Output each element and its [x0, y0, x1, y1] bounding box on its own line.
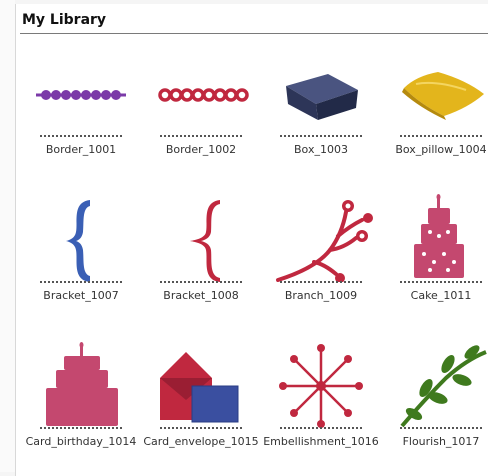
dotted-divider [280, 281, 362, 283]
border-beads-icon [26, 46, 136, 136]
bracket-red-icon [146, 192, 256, 282]
starburst-icon [266, 338, 376, 428]
item-label: Box_1003 [294, 143, 348, 156]
library-item-bracket-1007[interactable]: Bracket_1007 [26, 192, 136, 302]
library-item-card-birthday-1014[interactable]: Card_birthday_1014 [26, 338, 136, 448]
dotted-divider [400, 427, 482, 429]
library-title: My Library [22, 12, 107, 28]
left-gutter [0, 0, 15, 472]
library-item-border-1001[interactable]: Border_1001 [26, 46, 136, 156]
dotted-divider [160, 135, 242, 137]
dotted-divider [160, 281, 242, 283]
bracket-blue-icon [26, 192, 136, 282]
border-rings-icon [146, 46, 256, 136]
dotted-divider [40, 281, 122, 283]
cake-icon [386, 192, 488, 282]
birthday-card-icon [26, 338, 136, 428]
title-divider [20, 33, 488, 34]
library-item-border-1002[interactable]: Border_1002 [146, 46, 256, 156]
dotted-divider [280, 427, 362, 429]
dotted-divider [40, 135, 122, 137]
library-item-box-pillow-1004[interactable]: Box_pillow_1004 [386, 46, 488, 156]
dotted-divider [160, 427, 242, 429]
item-label: Flourish_1017 [402, 435, 480, 448]
item-label: Border_1001 [45, 143, 117, 156]
item-label: Box_pillow_1004 [395, 143, 487, 156]
dotted-divider [400, 135, 482, 137]
item-label: Bracket_1008 [163, 289, 239, 302]
item-label: Card_envelope_1015 [143, 435, 259, 448]
envelope-card-icon [146, 338, 256, 428]
library-item-branch-1009[interactable]: Branch_1009 [266, 192, 376, 302]
pillow-box-icon [386, 46, 488, 136]
flourish-icon [386, 338, 488, 428]
library-panel: My Library Border_1001 Border_1002 Box_1… [15, 4, 488, 476]
dotted-divider [40, 427, 122, 429]
item-label: Border_1002 [165, 143, 237, 156]
item-label: Cake_1011 [410, 289, 472, 302]
dotted-divider [400, 281, 482, 283]
dotted-divider [280, 135, 362, 137]
branch-icon [266, 192, 376, 282]
library-item-bracket-1008[interactable]: Bracket_1008 [146, 192, 256, 302]
library-item-card-envelope-1015[interactable]: Card_envelope_1015 [143, 338, 259, 448]
library-item-embellishment-1016[interactable]: Embellishment_1016 [263, 338, 379, 448]
library-item-flourish-1017[interactable]: Flourish_1017 [386, 338, 488, 448]
item-label: Embellishment_1016 [263, 435, 379, 448]
item-label: Bracket_1007 [43, 289, 119, 302]
item-label: Card_birthday_1014 [25, 435, 137, 448]
library-item-box-1003[interactable]: Box_1003 [266, 46, 376, 156]
box-icon [266, 46, 376, 136]
item-label: Branch_1009 [284, 289, 358, 302]
library-item-cake-1011[interactable]: Cake_1011 [386, 192, 488, 302]
